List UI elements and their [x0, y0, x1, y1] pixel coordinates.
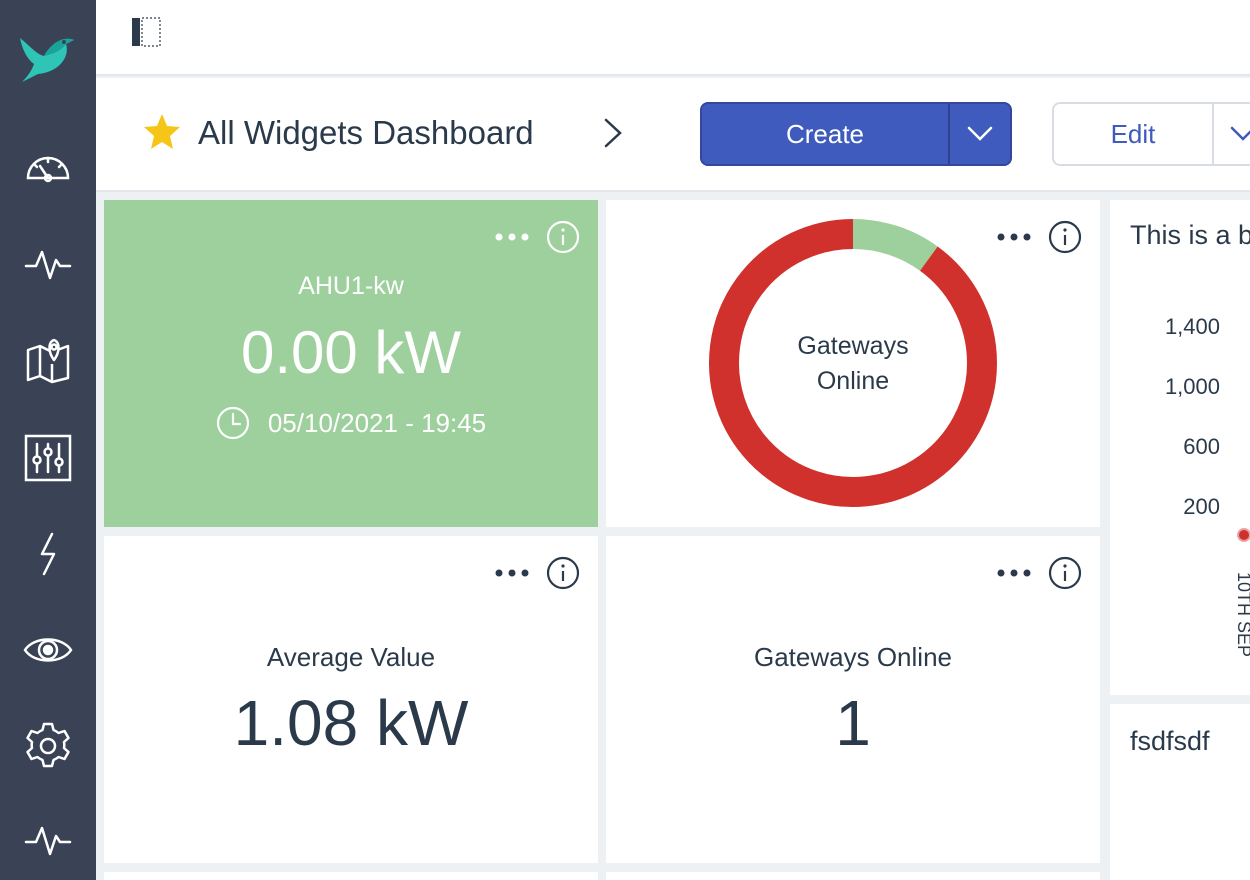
panel-toggle-icon[interactable]	[130, 16, 164, 50]
edit-split-button: Edit	[1052, 102, 1250, 166]
donut-slice[interactable]	[852, 219, 938, 272]
bird-logo-icon[interactable]	[14, 20, 80, 86]
donut-center-line1: Gateways	[797, 332, 909, 360]
chart-title: This is a b	[1130, 220, 1250, 250]
activity-icon[interactable]	[18, 234, 78, 294]
info-icon[interactable]	[546, 220, 580, 254]
gear-icon[interactable]	[18, 716, 78, 776]
kpi-label: Average Value	[266, 642, 436, 672]
create-button[interactable]: Create	[702, 104, 948, 164]
kpi-label: AHU1-kw	[298, 272, 404, 300]
kpi-value: 1.08 kW	[233, 687, 469, 759]
info-icon[interactable]	[1048, 220, 1082, 254]
more-options-icon[interactable]	[996, 556, 1032, 590]
text-widget: fsdfsdf	[1110, 704, 1250, 880]
kpi-widget-average: Average Value 1.08 kW	[104, 536, 598, 863]
kpi-label: Gateways Online	[754, 642, 952, 672]
kpi-widget-gateways: Gateways Online 1	[606, 536, 1100, 863]
info-icon[interactable]	[546, 556, 580, 590]
y-tick-label: 200	[1183, 494, 1220, 519]
info-icon[interactable]	[1048, 556, 1082, 590]
map-icon[interactable]	[18, 330, 78, 390]
y-tick-label: 600	[1183, 434, 1220, 459]
x-tick-label: 10TH SEP	[1234, 572, 1250, 658]
sliders-icon[interactable]	[18, 428, 78, 488]
more-options-icon[interactable]	[494, 556, 530, 590]
kpi-value: 1	[835, 687, 871, 759]
chevron-down-icon	[1230, 126, 1250, 141]
clock-icon	[216, 406, 249, 440]
widget-card	[104, 872, 598, 880]
y-tick-label: 1,000	[1164, 374, 1220, 399]
lightning-icon[interactable]	[18, 524, 78, 584]
text-widget-content: fsdfsdf	[1130, 726, 1210, 756]
donut-center-label: Gateways Online	[606, 329, 1100, 399]
activity-icon[interactable]	[18, 810, 78, 870]
chart-data-point[interactable]	[1237, 528, 1250, 542]
create-split-button: Create	[700, 102, 1012, 166]
kpi-timestamp: 05/10/2021 - 19:45	[267, 407, 487, 438]
widget-card	[606, 872, 1100, 880]
chevron-down-icon	[967, 126, 993, 141]
create-dropdown-button[interactable]	[948, 104, 1010, 164]
page-title: All Widgets Dashboard	[198, 114, 534, 151]
chart-widget: This is a b 1,400 1,000 600 200 10TH SEP	[1110, 200, 1250, 695]
kpi-value: 0.00 kW	[240, 319, 462, 386]
more-options-icon[interactable]	[494, 220, 530, 254]
edit-button[interactable]: Edit	[1054, 104, 1212, 164]
sidebar	[0, 0, 96, 880]
donut-widget-gateways: Gateways Online	[606, 200, 1100, 527]
edit-dropdown-button[interactable]	[1212, 104, 1250, 164]
dashboard-header: All Widgets Dashboard Create Edit	[96, 78, 1250, 192]
donut-center-line2: Online	[816, 367, 890, 395]
kpi-widget-ahu: AHU1-kw 0.00 kW 05/10/2021 - 19:45	[104, 200, 598, 527]
chevron-right-icon[interactable]	[598, 116, 628, 150]
eye-icon[interactable]	[18, 620, 78, 680]
more-options-icon[interactable]	[996, 220, 1032, 254]
y-tick-label: 1,400	[1164, 314, 1220, 339]
top-bar	[96, 0, 1250, 76]
kpi-timestamp-row: 05/10/2021 - 19:45	[104, 406, 598, 440]
star-icon[interactable]	[142, 112, 182, 152]
dashboard-gauge-icon[interactable]	[18, 138, 78, 198]
